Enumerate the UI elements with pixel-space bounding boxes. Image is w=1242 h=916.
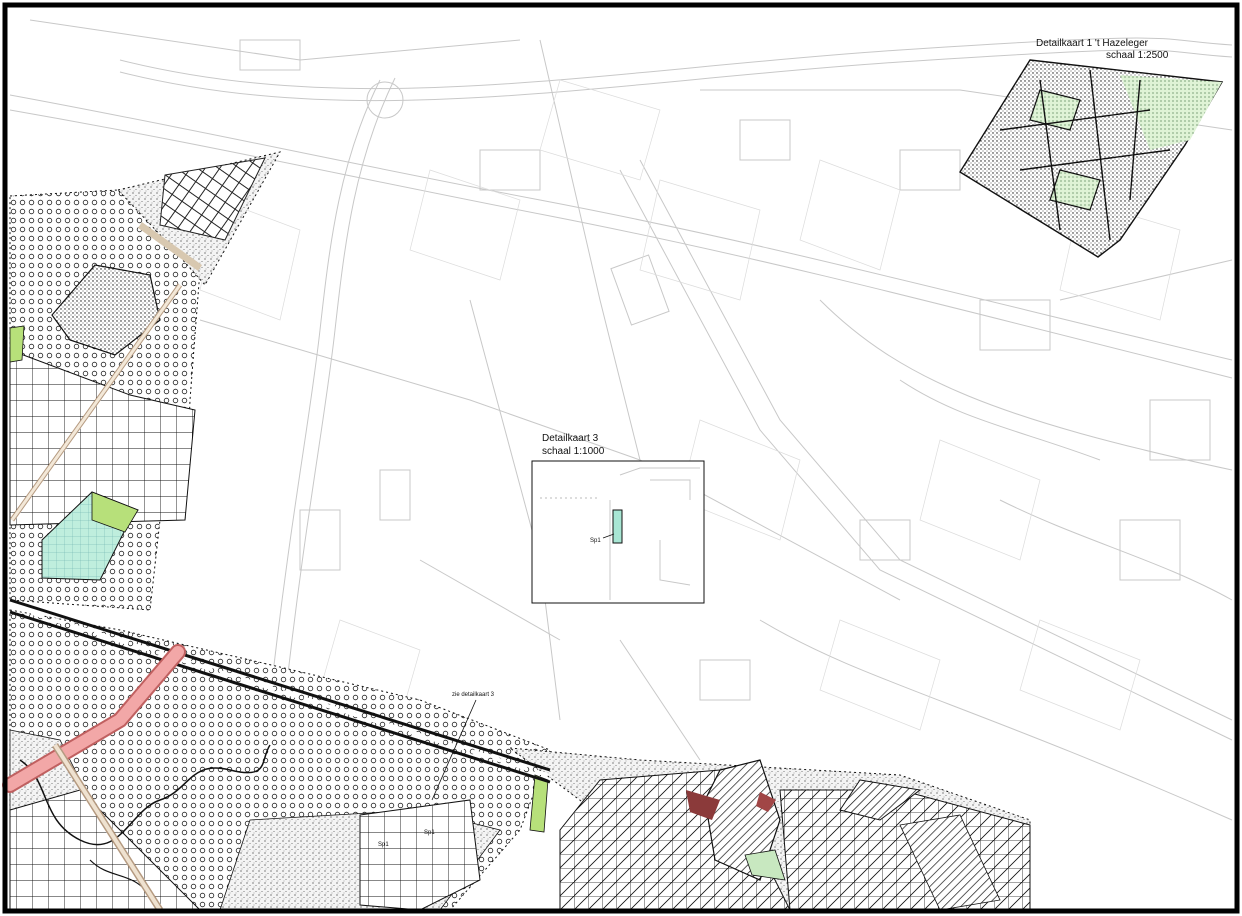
inset-3-marker (612, 509, 623, 544)
inset-hazeleger-title: Detailkaart 1 't Hazeleger (1036, 38, 1149, 49)
see-detail-label: zie detailkaart 3 (452, 692, 495, 698)
inset-hazeleger: Detailkaart 1 't Hazeleger schaal 1:2500 (959, 38, 1224, 258)
inset-3-scale: schaal 1:1000 (542, 446, 605, 457)
inset-3-marker-label: Sp1 (590, 538, 601, 544)
inset-3-title: Detailkaart 3 (542, 433, 599, 444)
zoning-map: zie detailkaart 3 Sp1 Sp1 Detailkaart 1 … (2, 2, 1240, 914)
inset-hazeleger-scale: schaal 1:2500 (1106, 50, 1169, 61)
green-area-west (9, 325, 25, 363)
zone-label-b: Sp1 (378, 842, 389, 848)
zoning-areas-west (9, 151, 281, 611)
inset-detailkaart-3: Detailkaart 3 schaal 1:1000 Sp1 (531, 433, 705, 604)
zone-label-a: Sp1 (424, 830, 435, 836)
